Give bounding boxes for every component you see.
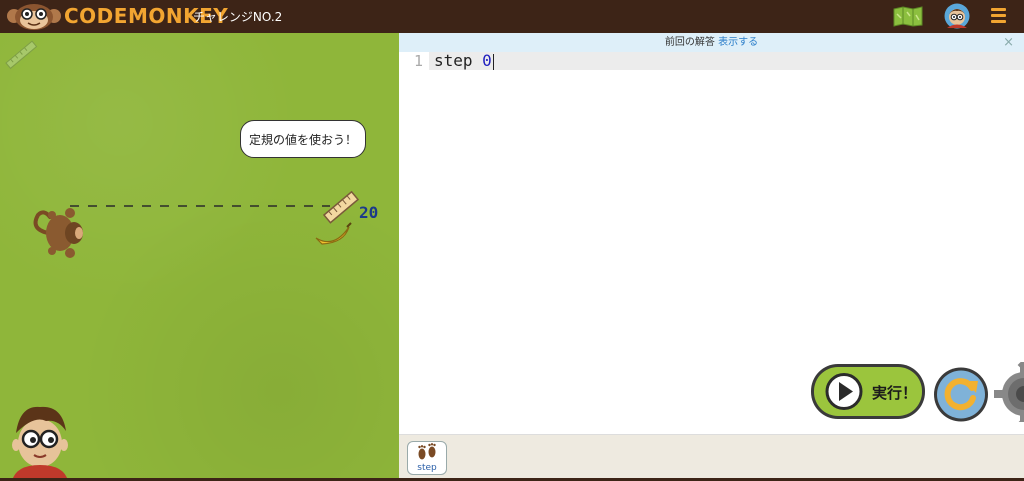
- avatar-icon[interactable]: [944, 3, 970, 29]
- code-keyword: step: [434, 51, 473, 70]
- step-command-button[interactable]: step: [407, 441, 447, 475]
- code-editor[interactable]: 前回の解答 表示する × 1 step 0: [399, 33, 1024, 434]
- code-number: 0: [482, 51, 492, 70]
- command-palette: step: [399, 434, 1024, 479]
- text-cursor: [492, 53, 494, 70]
- hamburger-menu-icon[interactable]: [991, 8, 1006, 24]
- gear-icon[interactable]: [994, 362, 1024, 422]
- banana-icon: [315, 222, 352, 245]
- code-line[interactable]: 1 step 0: [399, 52, 1024, 70]
- map-icon[interactable]: [893, 6, 923, 27]
- monkey-character: [33, 208, 83, 258]
- monkey-logo-icon: [7, 4, 61, 30]
- distance-label: 20: [359, 203, 379, 222]
- game-field: 定規の値を使おう！ 20: [0, 33, 399, 481]
- boy-character: [12, 406, 68, 481]
- step-command-label: step: [417, 463, 437, 473]
- code-statement[interactable]: step 0: [434, 52, 494, 70]
- challenge-title: チャレンジNO.2: [193, 10, 283, 24]
- game-scene: [5, 40, 360, 481]
- active-line-highlight: [429, 52, 1024, 70]
- codemonkey-logo[interactable]: CODEMONKEY: [6, 2, 228, 30]
- footprints-icon: [418, 443, 436, 460]
- speech-bubble: 定規の値を使おう！: [240, 120, 366, 158]
- close-notice-icon[interactable]: ×: [1003, 33, 1014, 52]
- run-button-label[interactable]: 実行！: [872, 382, 917, 403]
- ruler-icon: [322, 190, 360, 224]
- notice-text: 前回の解答: [664, 37, 715, 48]
- line-number: 1: [413, 52, 423, 70]
- reset-icon[interactable]: [932, 366, 990, 423]
- corner-ruler-icon: [5, 40, 38, 70]
- show-previous-solution-link[interactable]: 表示する: [718, 37, 758, 48]
- top-bar: CODEMONKEY チャレンジNO.2: [0, 0, 1024, 33]
- previous-solution-notice: 前回の解答 表示する ×: [399, 33, 1024, 52]
